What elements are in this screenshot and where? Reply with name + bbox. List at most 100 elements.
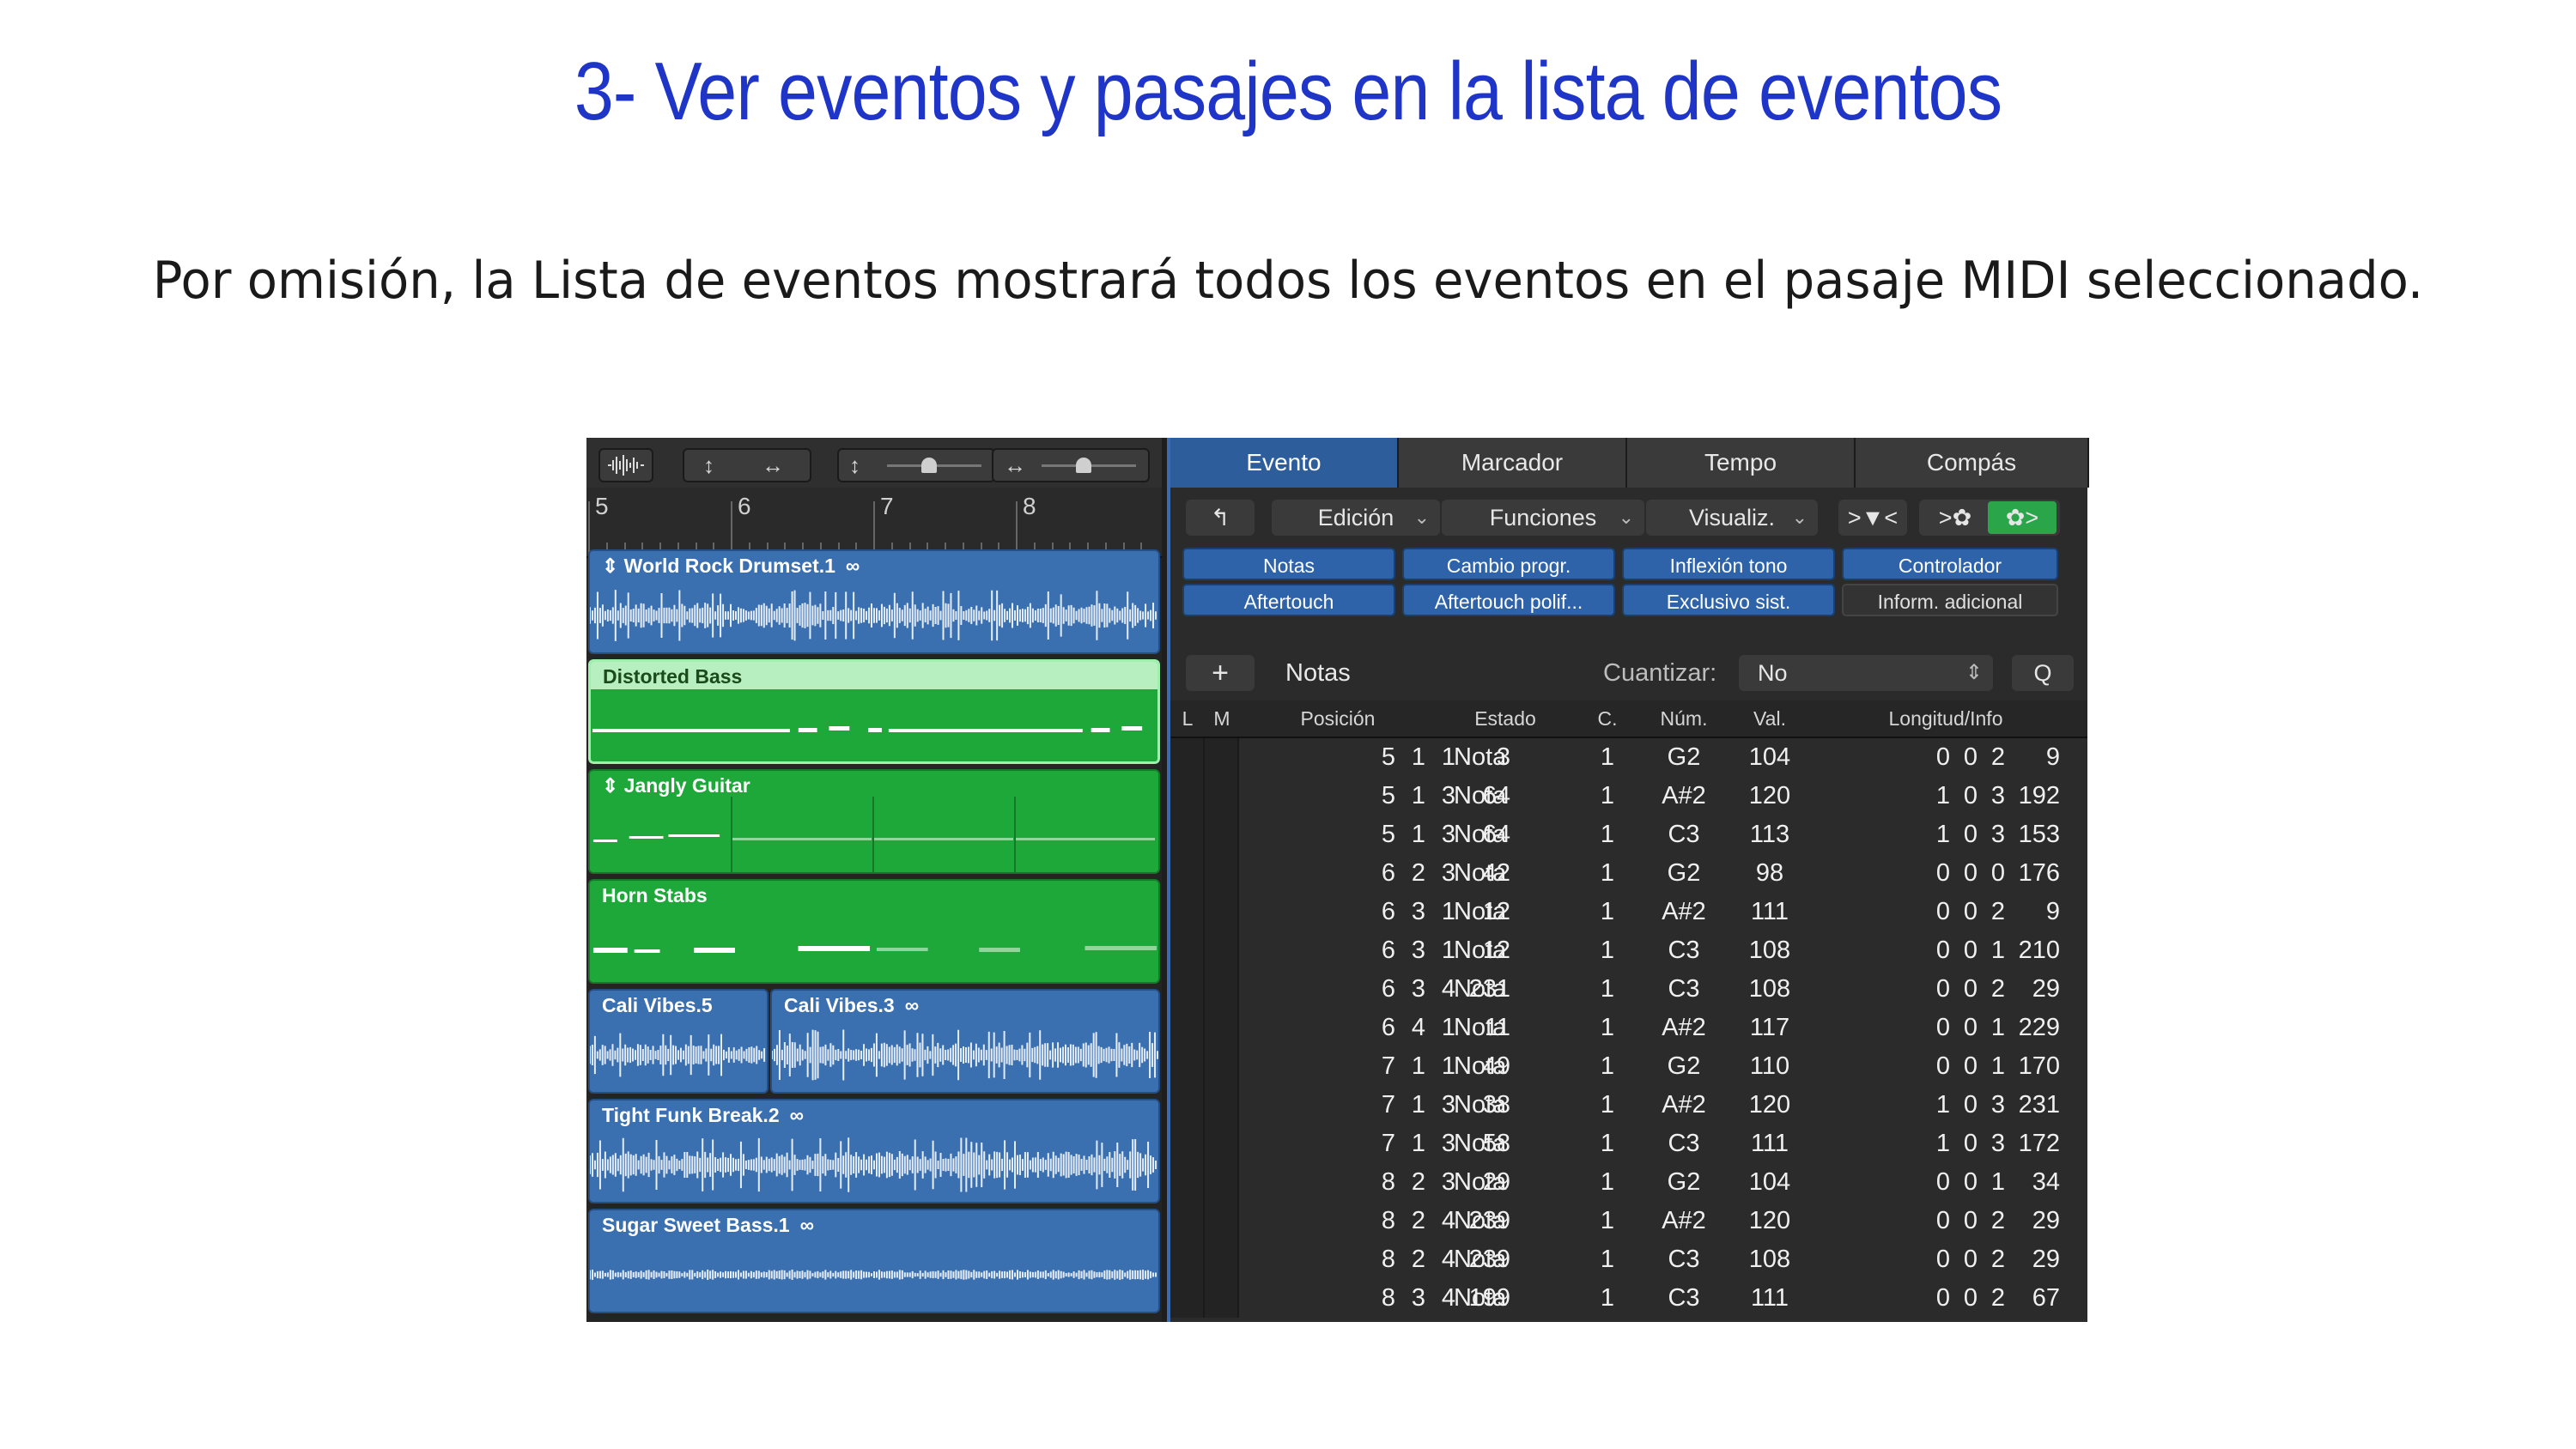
table-row[interactable]: 7 1 3 38 Nota 1 A#2 120 1 0 3 231 (1170, 1086, 2087, 1125)
velocity-cell[interactable]: 120 (1727, 1086, 1813, 1125)
table-row[interactable]: 6 4 1 11 Nota 1 A#2 117 0 0 1 229 (1170, 1009, 2087, 1047)
lock-cell[interactable] (1170, 777, 1205, 815)
position-field[interactable]: 1 (1400, 1047, 1425, 1086)
mute-cell[interactable] (1205, 931, 1239, 970)
length-field[interactable]: 1 (1979, 1163, 2005, 1202)
velocity-cell[interactable]: 110 (1727, 1047, 1813, 1086)
length-field[interactable]: 2 (1979, 1240, 2005, 1279)
mute-cell[interactable] (1205, 893, 1239, 931)
length-field[interactable]: 9 (2005, 738, 2060, 777)
note-number-cell[interactable]: A#2 (1641, 777, 1727, 815)
position-field[interactable]: 1 (1430, 1047, 1455, 1086)
table-row[interactable]: 8 2 4 239 Nota 1 A#2 120 0 0 2 29 (1170, 1202, 2087, 1240)
length-field[interactable]: 3 (1979, 1086, 2005, 1125)
lock-cell[interactable] (1170, 1202, 1205, 1240)
length-field[interactable]: 34 (2005, 1163, 2060, 1202)
position-field[interactable]: 8 (1370, 1202, 1395, 1240)
position-field[interactable]: 3 (1400, 970, 1425, 1009)
bar-ruler[interactable]: 5 6 7 8 (586, 488, 1162, 558)
length-field[interactable]: 1 (1979, 931, 2005, 970)
table-row[interactable]: 8 2 3 29 Nota 1 G2 104 0 0 1 34 (1170, 1163, 2087, 1202)
position-field[interactable]: 8 (1370, 1279, 1395, 1318)
region-tight-funk-break[interactable]: Tight Funk Break.2 ∞ (588, 1099, 1160, 1203)
velocity-cell[interactable]: 120 (1727, 1202, 1813, 1240)
length-field[interactable]: 0 (1924, 1009, 1950, 1047)
velocity-cell[interactable]: 104 (1727, 1163, 1813, 1202)
table-row[interactable]: 6 2 3 42 Nota 1 G2 98 0 0 0 176 (1170, 854, 2087, 893)
position-field[interactable]: 4 (1430, 1240, 1455, 1279)
position-field[interactable]: 7 (1370, 1047, 1395, 1086)
position-field[interactable]: 3 (1400, 893, 1425, 931)
col-estado[interactable]: Estado (1437, 700, 1574, 737)
position-field[interactable]: 8 (1370, 1240, 1395, 1279)
mute-cell[interactable] (1205, 1279, 1239, 1318)
waveform-zoom-icon[interactable] (598, 448, 653, 482)
menu-edicion[interactable]: Edición ⌄ (1272, 500, 1440, 536)
length-field[interactable]: 1 (1979, 1047, 2005, 1086)
lock-cell[interactable] (1170, 970, 1205, 1009)
length-field[interactable]: 2 (1979, 1279, 2005, 1318)
table-row[interactable]: 8 3 4 199 Nota 1 C3 111 0 0 2 67 (1170, 1279, 2087, 1318)
velocity-cell[interactable]: 111 (1727, 1125, 1813, 1163)
length-field[interactable]: 0 (1924, 970, 1950, 1009)
filter-aftertouch-polif[interactable]: Aftertouch polif... (1402, 584, 1615, 616)
velocity-cell[interactable]: 108 (1727, 1240, 1813, 1279)
note-number-cell[interactable]: C3 (1641, 1240, 1727, 1279)
mute-cell[interactable] (1205, 1086, 1239, 1125)
length-field[interactable]: 2 (1979, 893, 2005, 931)
length-field[interactable]: 231 (2005, 1086, 2060, 1125)
lock-cell[interactable] (1170, 1086, 1205, 1125)
region-sugar-sweet-bass[interactable]: Sugar Sweet Bass.1 ∞ (588, 1209, 1160, 1313)
lock-cell[interactable] (1170, 1047, 1205, 1086)
length-field[interactable]: 0 (1924, 854, 1950, 893)
velocity-cell[interactable]: 113 (1727, 815, 1813, 854)
position-field[interactable]: 8 (1370, 1163, 1395, 1202)
position-field[interactable]: 1 (1400, 1086, 1425, 1125)
table-row[interactable]: 5 1 3 64 Nota 1 C3 113 1 0 3 153 (1170, 815, 2087, 854)
length-field[interactable]: 0 (1924, 1202, 1950, 1240)
filter-controlador[interactable]: Controlador (1842, 548, 2058, 580)
position-field[interactable]: 3 (1400, 1279, 1425, 1318)
filter-inflexion-tono[interactable]: Inflexión tono (1622, 548, 1835, 580)
position-field[interactable]: 4 (1430, 1279, 1455, 1318)
mute-cell[interactable] (1205, 1009, 1239, 1047)
table-row[interactable]: 7 1 3 58 Nota 1 C3 111 1 0 3 172 (1170, 1125, 2087, 1163)
note-number-cell[interactable]: C3 (1641, 1125, 1727, 1163)
length-field[interactable]: 0 (1952, 1240, 1978, 1279)
position-field[interactable]: 1 (1430, 931, 1455, 970)
position-field[interactable]: 1 (1400, 738, 1425, 777)
length-field[interactable]: 176 (2005, 854, 2060, 893)
length-field[interactable]: 210 (2005, 931, 2060, 970)
lock-cell[interactable] (1170, 893, 1205, 931)
note-number-cell[interactable]: C3 (1641, 970, 1727, 1009)
length-field[interactable]: 172 (2005, 1125, 2060, 1163)
tab-evento[interactable]: Evento (1170, 438, 1399, 488)
position-field[interactable]: 4 (1400, 1009, 1425, 1047)
length-field[interactable]: 1 (1924, 1086, 1950, 1125)
position-field[interactable]: 5 (1370, 738, 1395, 777)
position-field[interactable]: 6 (1370, 931, 1395, 970)
length-field[interactable]: 67 (2005, 1279, 2060, 1318)
channel-cell[interactable]: 1 (1574, 1009, 1641, 1047)
position-field[interactable]: 3 (1430, 1125, 1455, 1163)
length-field[interactable]: 0 (1924, 1240, 1950, 1279)
note-number-cell[interactable]: G2 (1641, 1047, 1727, 1086)
length-field[interactable]: 0 (1952, 1163, 1978, 1202)
lock-cell[interactable] (1170, 1240, 1205, 1279)
lock-cell[interactable] (1170, 1125, 1205, 1163)
velocity-cell[interactable]: 111 (1727, 1279, 1813, 1318)
lock-cell[interactable] (1170, 1279, 1205, 1318)
lock-cell[interactable] (1170, 815, 1205, 854)
col-l[interactable]: L (1170, 700, 1205, 737)
position-field[interactable]: 3 (1400, 931, 1425, 970)
table-row[interactable]: 7 1 1 49 Nota 1 G2 110 0 0 1 170 (1170, 1047, 2087, 1086)
length-field[interactable]: 9 (2005, 893, 2060, 931)
note-number-cell[interactable]: C3 (1641, 815, 1727, 854)
position-field[interactable]: 6 (1370, 970, 1395, 1009)
velocity-cell[interactable]: 98 (1727, 854, 1813, 893)
mute-cell[interactable] (1205, 1125, 1239, 1163)
mute-cell[interactable] (1205, 1047, 1239, 1086)
note-number-cell[interactable]: G2 (1641, 854, 1727, 893)
length-field[interactable]: 0 (1952, 931, 1978, 970)
position-field[interactable]: 2 (1400, 1163, 1425, 1202)
